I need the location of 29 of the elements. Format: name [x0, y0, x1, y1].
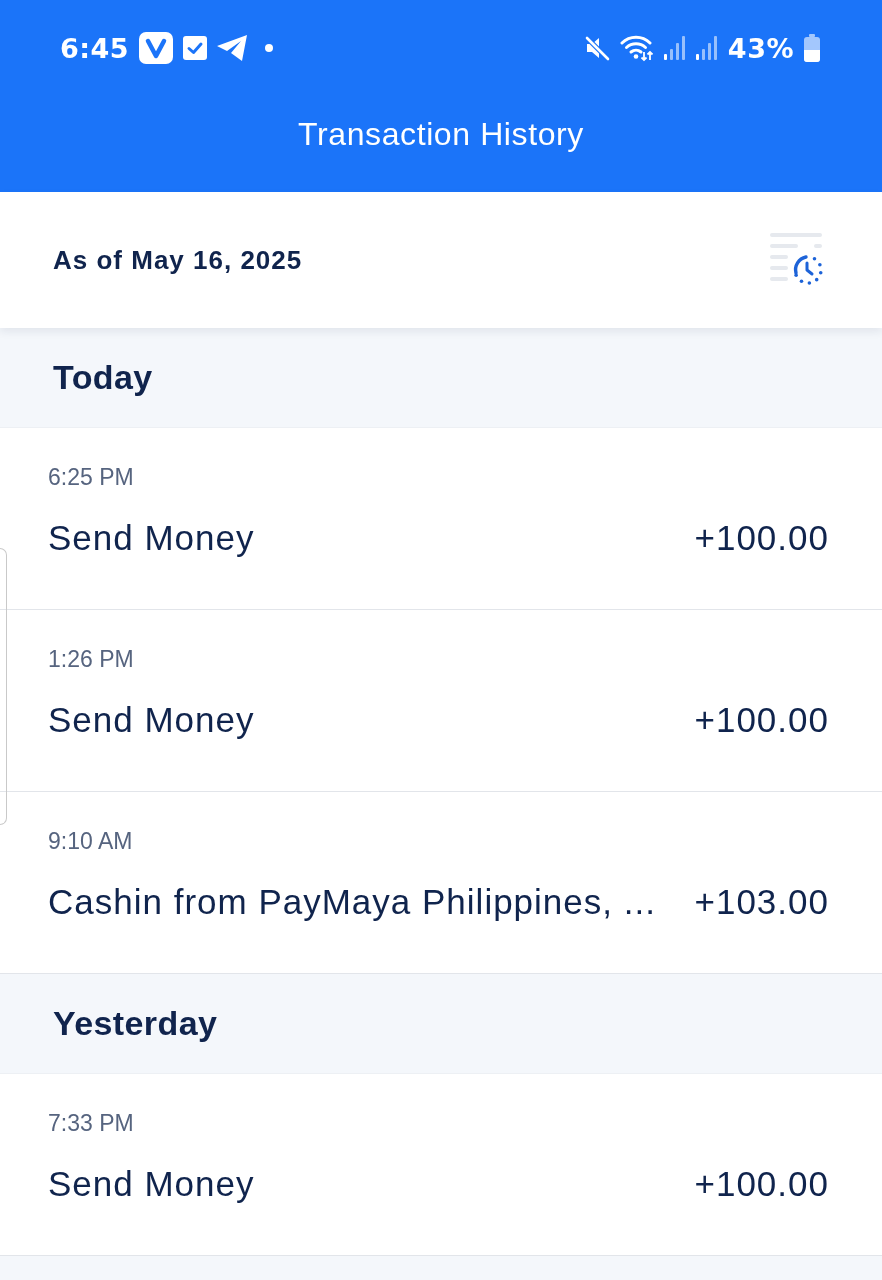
as-of-date: As of May 16, 2025	[53, 244, 303, 276]
transaction-time: 7:33 PM	[48, 1109, 134, 1137]
transaction-description: Cashin from PayMaya Philippines, ...	[48, 881, 656, 923]
battery-percentage: 43%	[727, 32, 794, 64]
transaction-description: Send Money	[48, 517, 255, 559]
wifi-icon	[619, 34, 654, 62]
paper-plane-icon	[217, 35, 248, 61]
transaction-row[interactable]: 6:25 PM Send Money +100.00	[0, 428, 882, 610]
transaction-amount: +103.00	[694, 881, 829, 923]
transaction-description: Send Money	[48, 699, 255, 741]
transaction-row[interactable]: 1:26 PM Send Money +100.00	[0, 610, 882, 792]
transaction-time: 9:10 AM	[48, 827, 133, 855]
status-time: 6:45	[60, 32, 130, 64]
transaction-time: 6:25 PM	[48, 463, 134, 491]
checkbox-icon	[183, 36, 208, 60]
app-logo-icon	[139, 32, 174, 64]
transaction-amount: +100.00	[694, 699, 829, 741]
transaction-row[interactable]: 9:10 AM Cashin from PayMaya Philippines, ... +103.00	[0, 792, 882, 974]
signal-icon	[695, 36, 718, 60]
transaction-amount: +100.00	[694, 1163, 829, 1205]
transaction-description: Send Money	[48, 1163, 255, 1205]
signal-icon	[663, 36, 686, 60]
transaction-row[interactable]: 7:33 PM Send Money +100.00	[0, 1074, 882, 1256]
dot-icon	[265, 44, 274, 52]
page-title: Transaction History	[298, 115, 584, 154]
transaction-time: 1:26 PM	[48, 645, 134, 673]
transaction-amount: +100.00	[694, 517, 829, 559]
battery-icon	[804, 34, 820, 62]
mute-icon	[583, 35, 610, 61]
